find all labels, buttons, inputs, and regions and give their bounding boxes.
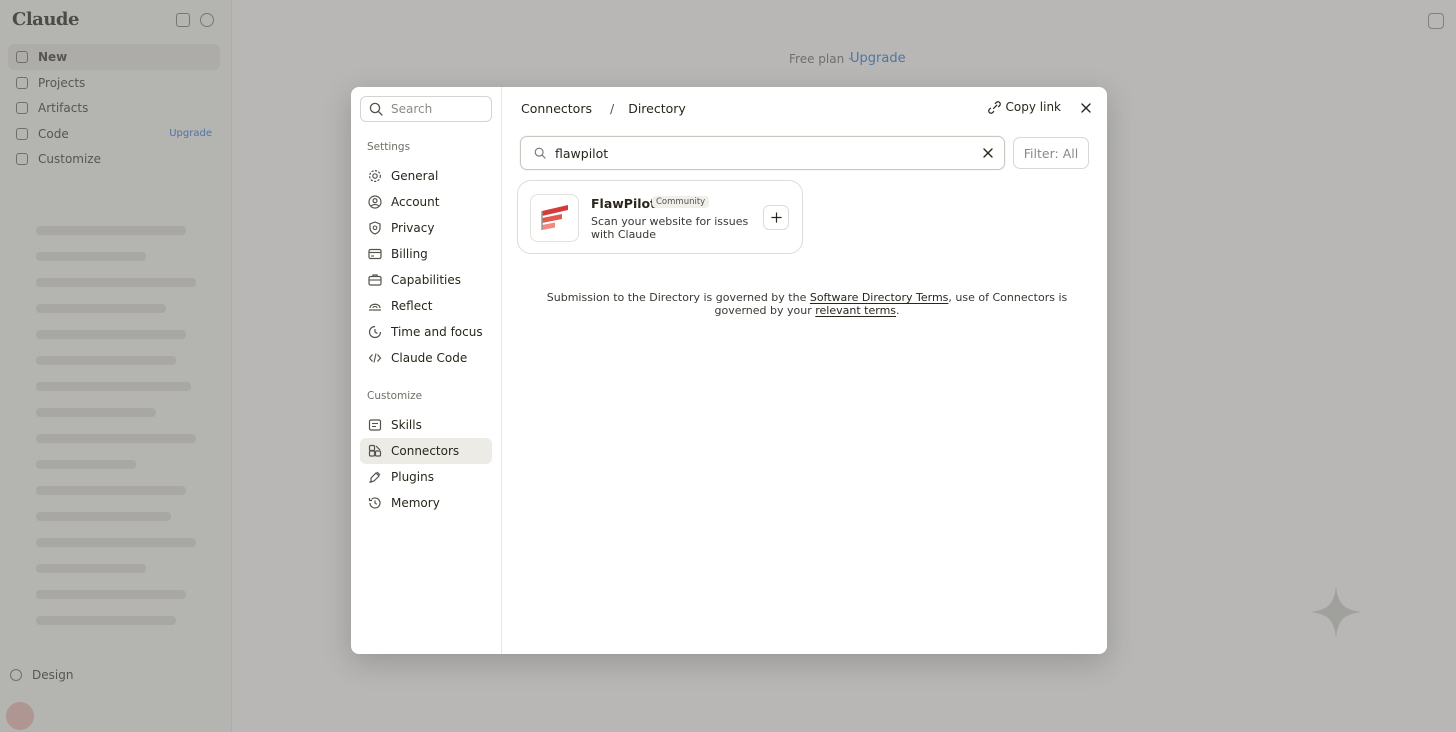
nav-item-label: General (391, 169, 439, 183)
directory-search-input[interactable] (555, 145, 955, 161)
link-icon (987, 100, 1001, 114)
nav-item-claude-code[interactable]: Claude Code (360, 345, 492, 371)
directory-terms-note: Submission to the Directory is governed … (522, 291, 1092, 317)
connectors-icon (368, 444, 382, 457)
nav-item-account[interactable]: Account (360, 189, 492, 215)
customize-nav: Skills Connectors Plugins Memory (360, 412, 492, 516)
briefcase-icon (368, 274, 382, 286)
skills-icon (368, 419, 382, 431)
section-label-customize: Customize (367, 390, 423, 402)
nav-item-label: Memory (391, 496, 440, 510)
nav-item-label: Skills (391, 418, 422, 432)
nav-item-billing[interactable]: Billing (360, 241, 492, 267)
nav-item-connectors[interactable]: Connectors (360, 438, 492, 464)
nav-item-capabilities[interactable]: Capabilities (360, 267, 492, 293)
nav-item-label: Account (391, 195, 440, 209)
breadcrumb-connectors[interactable]: Connectors (521, 101, 592, 116)
nav-item-time-and-focus[interactable]: Time and focus (360, 319, 492, 345)
clear-icon[interactable] (982, 147, 994, 159)
connector-card-flawpilot[interactable]: FlawPilot Community Scan your website fo… (517, 180, 803, 254)
settings-search-input[interactable] (391, 102, 481, 116)
nav-item-label: Reflect (391, 299, 433, 313)
clock-icon (368, 325, 382, 339)
terms-text-suffix: . (896, 304, 900, 317)
nav-item-skills[interactable]: Skills (360, 412, 492, 438)
copy-link-label: Copy link (1005, 100, 1061, 114)
reflect-icon (369, 303, 381, 311)
breadcrumb-directory: Directory (628, 101, 686, 116)
nav-item-label: Time and focus (391, 325, 483, 339)
breadcrumb: Connectors / Directory (521, 101, 686, 116)
memory-icon (368, 497, 381, 509)
close-icon[interactable] (1079, 101, 1093, 115)
nav-item-privacy[interactable]: Privacy (360, 215, 492, 241)
flawpilot-logo-mark (540, 205, 568, 230)
settings-search[interactable] (360, 96, 492, 122)
copy-link-button[interactable]: Copy link (987, 100, 1061, 114)
search-icon (534, 147, 546, 159)
card-icon (368, 248, 382, 260)
plus-icon (770, 212, 782, 223)
search-icon (369, 102, 383, 116)
flawpilot-logo-icon (530, 194, 579, 242)
relevant-terms-link[interactable]: relevant terms (815, 304, 896, 317)
shield-icon (369, 221, 381, 235)
nav-item-general[interactable]: General (360, 163, 492, 189)
nav-item-memory[interactable]: Memory (360, 490, 492, 516)
settings-nav: General Account Privacy Billing Capabili… (360, 163, 492, 371)
section-label-settings: Settings (367, 141, 411, 153)
plugin-icon (369, 471, 381, 483)
nav-item-label: Plugins (391, 470, 434, 484)
directory-search[interactable] (520, 136, 1005, 170)
connector-title: FlawPilot (591, 196, 657, 211)
nav-item-label: Connectors (391, 444, 460, 458)
connectors-directory-panel: Connectors / Directory Copy link Filter:… (502, 87, 1107, 654)
breadcrumb-separator: / (609, 101, 615, 116)
settings-sidebar: Settings General Account Privacy Billing… (351, 87, 502, 654)
filter-dropdown[interactable]: Filter: All (1013, 137, 1089, 169)
nav-item-plugins[interactable]: Plugins (360, 464, 492, 490)
nav-item-reflect[interactable]: Reflect (360, 293, 492, 319)
account-icon (368, 195, 382, 209)
community-badge: Community (652, 196, 710, 208)
settings-modal: Settings General Account Privacy Billing… (351, 87, 1107, 654)
code-icon (368, 353, 382, 363)
terms-text-prefix: Submission to the Directory is governed … (546, 291, 810, 304)
nav-item-label: Privacy (391, 221, 435, 235)
add-connector-button[interactable] (763, 205, 789, 230)
nav-item-label: Billing (391, 247, 428, 261)
gear-icon (368, 169, 382, 183)
connector-description: Scan your website for issues with Claude (591, 215, 749, 241)
software-directory-terms-link[interactable]: Software Directory Terms (810, 291, 949, 304)
nav-item-label: Capabilities (391, 273, 461, 287)
nav-item-label: Claude Code (391, 351, 468, 365)
